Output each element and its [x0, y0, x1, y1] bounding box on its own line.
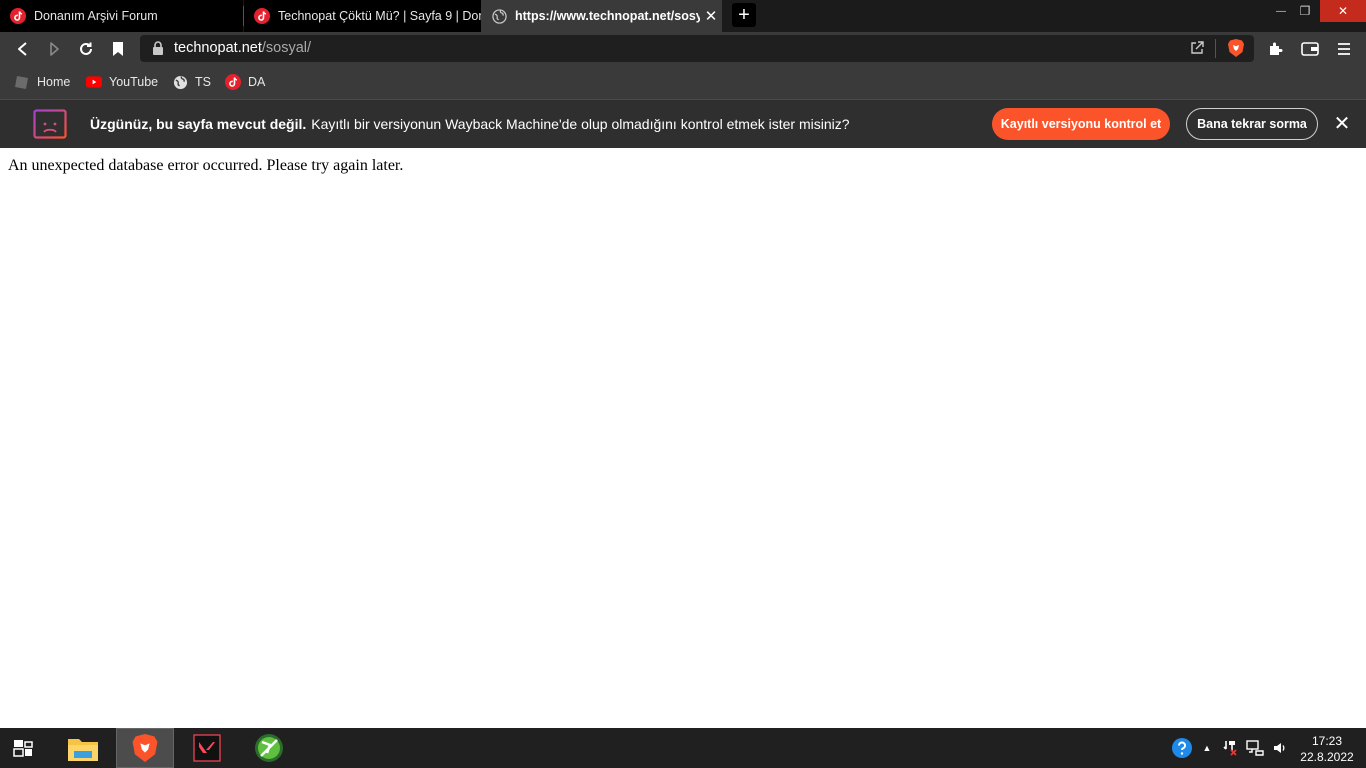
lock-icon: [152, 41, 164, 60]
browser-toolbar: technopat.net/sosyal/: [0, 32, 1366, 65]
network-icon: [1246, 740, 1264, 756]
error-message: An unexpected database error occurred. P…: [8, 157, 404, 174]
share-icon[interactable]: [1190, 41, 1204, 60]
clock-time: 17:23: [1311, 734, 1343, 748]
close-window-button[interactable]: ✕: [1320, 0, 1366, 22]
bookmark-icon: [113, 42, 123, 56]
menu-button[interactable]: [1331, 36, 1357, 62]
help-icon: [1172, 738, 1192, 758]
infobar-message: Üzgünüz, bu sayfa mevcut değil. Kayıtlı b…: [90, 116, 850, 132]
bookmark-youtube[interactable]: YouTube: [86, 72, 158, 92]
bookmark-home[interactable]: Home: [14, 72, 70, 92]
tab-title: Donanım Arşivi Forum: [34, 9, 158, 23]
youtube-icon: [86, 74, 102, 90]
infobar-title: Üzgünüz, bu sayfa mevcut değil.: [90, 116, 307, 132]
usb-icon: [1223, 741, 1237, 756]
taskbar-clock[interactable]: 17:23 22.8.2022: [1292, 733, 1362, 765]
globe-icon: [491, 8, 507, 24]
reload-button[interactable]: [73, 36, 99, 62]
show-hidden-icons-button[interactable]: ▲: [1199, 728, 1215, 768]
tab-title: https://www.technopat.net/sosyal/: [515, 9, 700, 23]
folder-icon: [68, 739, 98, 761]
valorant-taskbar-button[interactable]: [178, 728, 236, 768]
technopat-icon: [254, 8, 270, 24]
wayback-infobar: Üzgünüz, bu sayfa mevcut değil. Kayıtlı b…: [0, 99, 1366, 148]
tab-donanim-arsivi[interactable]: Donanım Arşivi Forum: [0, 0, 243, 32]
bookmark-da[interactable]: DA: [225, 72, 265, 92]
bookmark-label: Home: [37, 75, 71, 89]
tab-technopat-sosyal[interactable]: https://www.technopat.net/sosyal/ ✕: [481, 0, 722, 32]
reload-icon: [80, 42, 92, 55]
home-icon: [14, 74, 30, 90]
back-arrow-icon: [18, 42, 27, 56]
urlbar-divider: [1215, 39, 1216, 58]
network-tray-icon[interactable]: [1245, 728, 1265, 768]
url-path: /sosyal/: [261, 40, 312, 56]
task-view-button[interactable]: [0, 728, 46, 768]
xbox-game-bar-taskbar-button[interactable]: [240, 728, 298, 768]
wallet-icon: [1301, 42, 1319, 56]
close-infobar-icon[interactable]: ✕: [1332, 112, 1352, 136]
bookmark-button[interactable]: [105, 36, 131, 62]
url-text: technopat.net/sosyal/: [174, 40, 311, 56]
check-saved-version-button[interactable]: Kayıtlı versiyonu kontrol et: [992, 108, 1170, 140]
game-bar-icon: [255, 734, 283, 762]
bookmarks-bar: Home YouTube TS DA: [0, 65, 1366, 99]
brave-shields-icon[interactable]: [1227, 38, 1245, 63]
tab-technopat-coktu-mu[interactable]: Technopat Çöktü Mü? | Sayfa 9 | Donanım …: [244, 0, 481, 32]
tab-strip: Donanım Arşivi Forum Technopat Çöktü Mü?…: [0, 0, 1366, 32]
dont-ask-again-button[interactable]: Bana tekrar sorma: [1186, 108, 1318, 140]
bookmark-label: DA: [248, 75, 266, 89]
page-content: An unexpected database error occurred. P…: [0, 148, 1366, 728]
restore-button[interactable]: ❐: [1286, 0, 1324, 22]
usb-tray-icon[interactable]: [1220, 728, 1240, 768]
brave-taskbar-button[interactable]: [116, 728, 174, 768]
technopat-icon: [10, 8, 26, 24]
globe-icon: [172, 74, 188, 90]
valorant-icon: [193, 734, 221, 762]
forward-button[interactable]: [41, 36, 67, 62]
speaker-icon: [1274, 743, 1285, 753]
extensions-button[interactable]: [1263, 36, 1289, 62]
forward-arrow-icon: [50, 42, 59, 56]
file-explorer-taskbar-button[interactable]: [54, 728, 112, 768]
wallet-button[interactable]: [1297, 36, 1323, 62]
hamburger-menu-icon: [1338, 43, 1350, 55]
bookmark-label: YouTube: [109, 75, 159, 89]
puzzle-icon: [1270, 42, 1283, 55]
clock-date: 22.8.2022: [1300, 750, 1354, 764]
sad-page-icon: [33, 109, 67, 144]
new-tab-button[interactable]: +: [732, 3, 756, 27]
infobar-text: Kayıtlı bir versiyonun Wayback Machine'd…: [311, 116, 850, 132]
volume-tray-icon[interactable]: [1270, 728, 1290, 768]
task-view-icon: [13, 740, 33, 757]
back-button[interactable]: [9, 36, 35, 62]
technopat-icon: [225, 74, 241, 90]
tab-title: Technopat Çöktü Mü? | Sayfa 9 | Donanım …: [278, 9, 481, 23]
windows-taskbar: ▲ 17:23 22.8.2022: [0, 728, 1366, 768]
url-host: technopat.net: [174, 40, 262, 56]
help-tray-button[interactable]: [1169, 728, 1195, 768]
bookmark-label: TS: [195, 75, 211, 89]
brave-logo-icon: [132, 734, 158, 762]
bookmark-ts[interactable]: TS: [172, 72, 211, 92]
address-bar[interactable]: technopat.net/sosyal/: [140, 35, 1254, 62]
close-tab-icon[interactable]: ✕: [700, 7, 722, 25]
